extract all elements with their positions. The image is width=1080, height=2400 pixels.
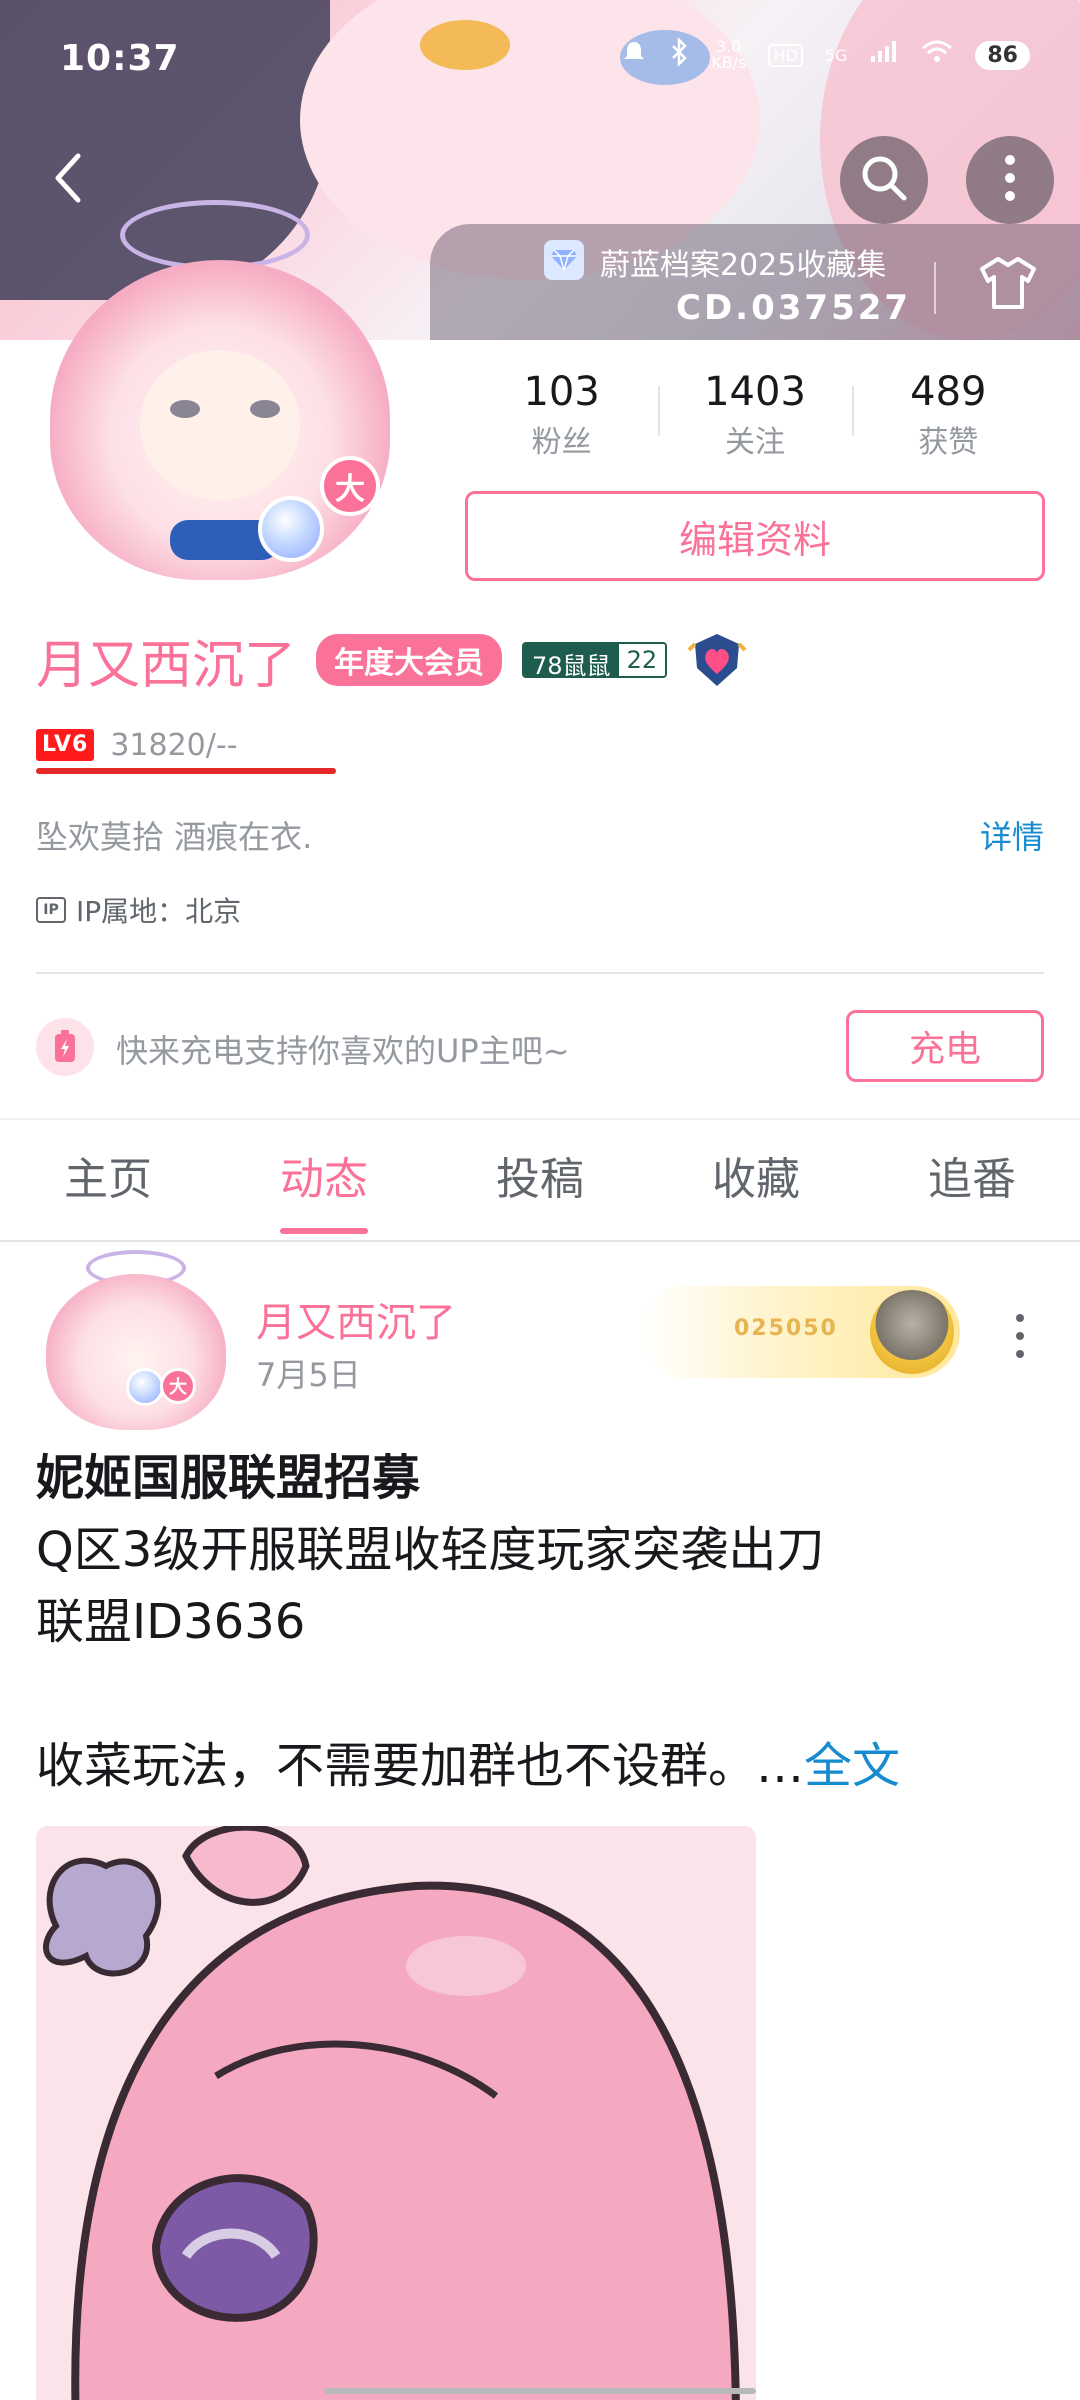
charge-button[interactable]: 充电 <box>846 1010 1044 1082</box>
more-vertical-icon <box>1002 152 1018 208</box>
profile-stats: 103 粉丝 1403 关注 489 获赞 <box>465 364 1045 474</box>
post-line: Q区3级开服联盟收轻度玩家突袭出刀 <box>36 1522 825 1578</box>
ip-icon: IP <box>36 897 66 923</box>
charge-row: 快来充电支持你喜欢的UP主吧~ 充电 <box>36 1010 1044 1084</box>
post-author[interactable]: 月又西沉了 <box>256 1290 456 1348</box>
post-body[interactable]: 妮姬国服联盟招募 Q区3级开服联盟收轻度玩家突袭出刀 联盟ID3636 收菜玩法… <box>36 1442 1044 1802</box>
ip-location-row: IP IP属地：北京 <box>36 890 241 930</box>
exp-progress-bar <box>36 768 336 774</box>
collection-title[interactable]: 蔚蓝档案2025收藏集 <box>600 240 886 284</box>
charge-prompt: 快来充电支持你喜欢的UP主吧~ <box>116 1032 570 1070</box>
more-dot-icon <box>1016 1350 1024 1358</box>
battery-level: 86 <box>975 40 1030 70</box>
tab-dynamics[interactable]: 动态 <box>270 1120 378 1240</box>
tab-uploads[interactable]: 投稿 <box>486 1120 594 1240</box>
fan-card-number: 025050 <box>734 1316 838 1341</box>
more-dot-icon <box>1016 1332 1024 1340</box>
post-line-last: 收菜玩法，不需要加群也不设群。…全文 <box>36 1730 1044 1802</box>
post-avatar-image <box>46 1274 226 1430</box>
signal-label: 5G <box>824 45 848 65</box>
profile-tabs: 主页 动态 投稿 收藏 追番 <box>0 1120 1080 1240</box>
home-indicator[interactable] <box>324 2388 756 2394</box>
collection-id: CD.037527 <box>676 288 912 328</box>
stat-value: 489 <box>910 369 987 415</box>
stat-value: 1403 <box>704 369 806 415</box>
stat-label: 关注 <box>724 425 785 460</box>
fan-card[interactable]: 025050 <box>640 1286 960 1378</box>
hd-icon: HD <box>768 43 803 67</box>
dress-up-button[interactable] <box>968 250 1048 320</box>
tab-favorites[interactable]: 收藏 <box>702 1120 810 1240</box>
medal-level: 22 <box>618 644 666 676</box>
medal-name: 78鼠鼠 <box>524 644 619 676</box>
post-date: 7月5日 <box>256 1356 361 1394</box>
post-image[interactable] <box>36 1826 756 2400</box>
edit-profile-button[interactable]: 编辑资料 <box>465 491 1045 581</box>
post-more-button[interactable] <box>1000 1308 1040 1364</box>
full-text-link[interactable]: 全文 <box>804 1738 900 1794</box>
shirt-icon <box>976 255 1040 315</box>
search-icon <box>858 152 910 208</box>
stat-following[interactable]: 1403 关注 <box>658 364 851 474</box>
tab-anime[interactable]: 追番 <box>918 1120 1026 1240</box>
status-time: 10:37 <box>60 38 180 79</box>
stat-value: 103 <box>523 369 600 415</box>
exp-text: 31820/-- <box>110 727 238 763</box>
vip-badge: 大 <box>160 1368 196 1404</box>
tab-home[interactable]: 主页 <box>54 1120 162 1240</box>
post-title: 妮姬国服联盟招募 <box>36 1450 421 1506</box>
name-row: 月又西沉了 年度大会员 78鼠鼠 22 <box>36 620 747 700</box>
stat-label: 粉丝 <box>531 425 592 460</box>
avatar[interactable]: 大 <box>30 200 410 580</box>
battery-charge-icon <box>36 1018 94 1076</box>
stat-label: 获赞 <box>918 425 979 460</box>
more-button[interactable] <box>966 136 1054 224</box>
collection-gem-icon <box>544 240 584 280</box>
signal-icon <box>869 40 899 70</box>
bell-muted-icon <box>621 39 647 71</box>
fan-medal[interactable]: 78鼠鼠 22 <box>522 642 668 678</box>
level-row: LV6 31820/-- <box>36 720 238 770</box>
vip-badge: 大 <box>320 456 380 516</box>
divider <box>0 1240 1080 1242</box>
post-blank-line <box>36 1658 1044 1730</box>
collection-divider <box>934 262 936 314</box>
search-button[interactable] <box>840 136 928 224</box>
post-avatar[interactable]: 大 <box>36 1250 236 1430</box>
signature: 坠欢莫拾 酒痕在衣. <box>36 818 313 856</box>
heart-shield-icon[interactable] <box>687 630 747 690</box>
user-name: 月又西沉了 <box>36 635 297 696</box>
post-image-illustration <box>36 1826 756 2400</box>
stat-likes[interactable]: 489 获赞 <box>851 364 1045 474</box>
vip-tag[interactable]: 年度大会员 <box>316 634 503 686</box>
more-dot-icon <box>1016 1314 1024 1322</box>
status-icons: 3.0 KB/s HD 5G 86 <box>621 36 1030 72</box>
divider <box>36 972 1044 974</box>
vip-gem-icon <box>258 496 324 562</box>
status-bar: 10:37 3.0 KB/s HD 5G 86 <box>0 0 1080 120</box>
vip-gem-icon <box>126 1368 164 1406</box>
detail-link[interactable]: 详情 <box>980 812 1044 858</box>
wifi-icon <box>921 40 953 70</box>
post-line: 联盟ID3636 <box>36 1594 306 1650</box>
post-line: 收菜玩法，不需要加群也不设群。… <box>36 1738 805 1794</box>
network-speed: 3.0 KB/s <box>711 37 747 72</box>
ip-location: IP属地：北京 <box>76 895 242 928</box>
fan-card-avatar <box>870 1290 954 1374</box>
level-badge: LV6 <box>36 729 95 761</box>
bluetooth-icon <box>669 36 689 72</box>
stat-fans[interactable]: 103 粉丝 <box>465 364 658 474</box>
